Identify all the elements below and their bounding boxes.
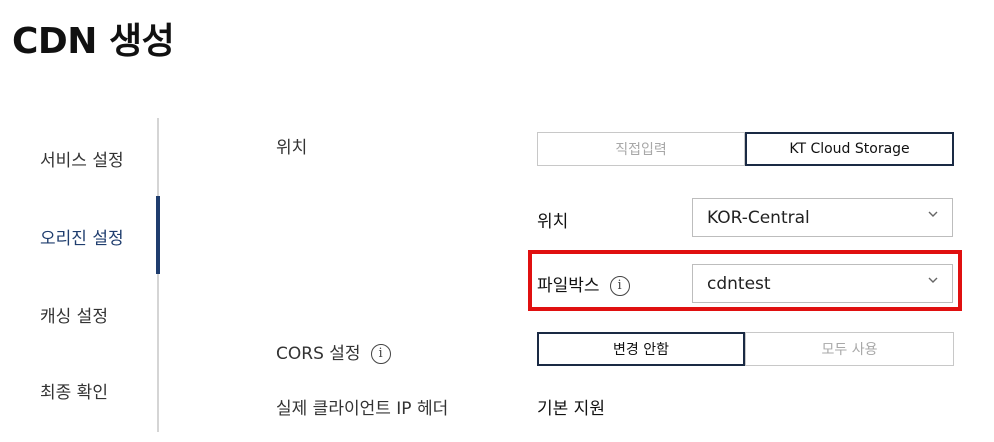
- side-nav-divider: [157, 118, 159, 432]
- info-icon[interactable]: i: [370, 344, 391, 364]
- location-toggle: 직접입력 KT Cloud Storage: [537, 132, 954, 166]
- direct-input-button[interactable]: 직접입력: [537, 132, 745, 166]
- page-title: CDN 생성: [12, 21, 175, 62]
- filebox-select-value: cdntest: [707, 273, 771, 294]
- cors-label-wrap: CORS 설정 i: [276, 339, 391, 364]
- cors-no-change-button[interactable]: 변경 안함: [537, 332, 745, 366]
- nav-item-service-settings[interactable]: 서비스 설정: [40, 146, 124, 171]
- client-ip-header-value: 기본 지원: [537, 399, 605, 419]
- location-label: 위치: [276, 138, 308, 158]
- chevron-down-icon: [928, 277, 938, 283]
- region-select[interactable]: KOR-Central: [692, 198, 953, 237]
- nav-item-final-review[interactable]: 최종 확인: [40, 378, 108, 403]
- nav-item-caching-settings[interactable]: 캐싱 설정: [40, 302, 108, 327]
- active-indicator: [156, 196, 160, 274]
- region-label: 위치: [537, 212, 569, 232]
- cors-allow-all-button[interactable]: 모두 사용: [745, 332, 954, 366]
- chevron-down-icon: [928, 211, 938, 217]
- cors-toggle: 변경 안함 모두 사용: [537, 332, 954, 366]
- kt-cloud-storage-button[interactable]: KT Cloud Storage: [745, 132, 954, 166]
- filebox-label: 파일박스: [537, 276, 600, 296]
- cors-label: CORS 설정: [276, 344, 361, 364]
- filebox-select[interactable]: cdntest: [692, 264, 953, 303]
- nav-item-origin-settings[interactable]: 오리진 설정: [40, 224, 124, 249]
- info-icon[interactable]: i: [609, 276, 630, 296]
- filebox-label-wrap: 파일박스 i: [537, 271, 630, 296]
- client-ip-header-label: 실제 클라이언트 IP 헤더: [276, 399, 449, 419]
- region-select-value: KOR-Central: [707, 207, 810, 228]
- side-nav: 서비스 설정 오리진 설정 캐싱 설정 최종 확인: [0, 118, 160, 432]
